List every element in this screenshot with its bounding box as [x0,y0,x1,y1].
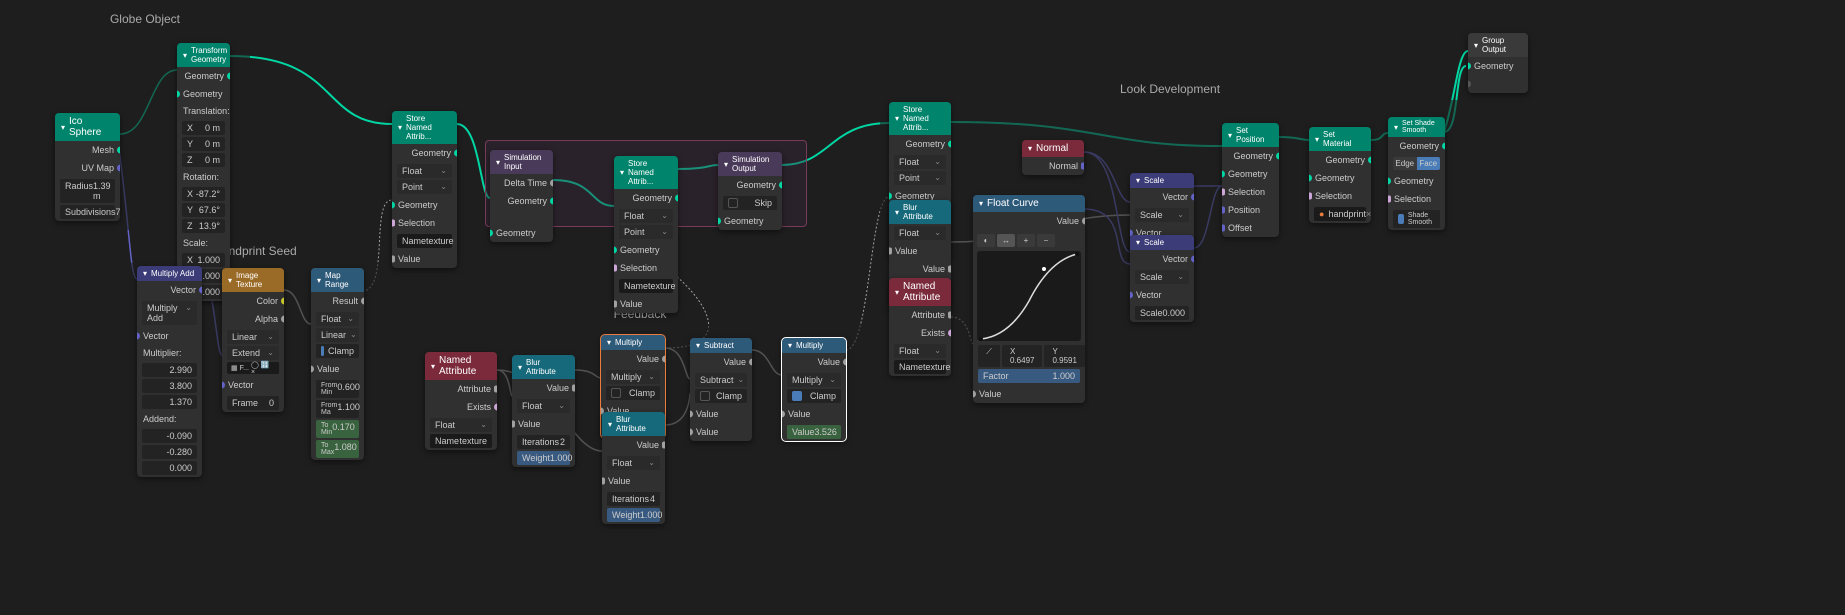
node-image-texture[interactable]: Image Texture Color Alpha Linear Extend … [222,268,284,412]
node-multiply-2[interactable]: Multiply Value Multiply Clamp Value Valu… [782,338,846,441]
curve-editor[interactable] [977,251,1081,341]
node-blur-1[interactable]: Blur Attribute Value Float Value Iterati… [512,355,575,467]
node-transform[interactable]: Transform Geometry Geometry Geometry Tra… [177,43,230,301]
node-subtract[interactable]: Subtract Value Subtract Clamp Value Valu… [690,338,752,441]
node-blur-2[interactable]: Blur Attribute Value Float Value Iterati… [602,412,665,524]
node-sim-output[interactable]: Simulation Output Geometry Skip Geometry [718,152,782,230]
node-store-named-attr-1[interactable]: Store Named Attrib... Geometry Float Poi… [392,111,457,268]
frame-label: Look Development [880,82,1460,96]
node-set-position[interactable]: Set Position Geometry Geometry Selection… [1222,123,1279,237]
node-store-named-attr-2[interactable]: Store Named Attrib... Geometry Float Poi… [614,156,678,313]
header[interactable]: Store Named Attrib... [392,111,457,144]
header[interactable]: Ico Sphere [55,113,120,141]
node-group-output[interactable]: Group Output Geometry [1468,33,1528,93]
subdiv[interactable]: Subdivisions7 [60,205,115,219]
node-shade-smooth[interactable]: Set Shade Smooth Geometry EdgeFace Geome… [1388,117,1445,230]
node-scale-2[interactable]: Scale Vector Scale Vector Scale0.000 [1130,235,1194,322]
out-mesh[interactable]: Mesh [55,141,120,159]
node-normal[interactable]: Normal Normal [1022,140,1084,175]
node-named-attr-1[interactable]: Named Attribute Attribute Exists Float N… [425,352,497,450]
radius[interactable]: Radius1.39 m [60,179,115,203]
node-named-attr-2[interactable]: Named Attribute Attribute Exists Float N… [889,278,951,376]
out-uvmap[interactable]: UV Map [55,159,120,177]
node-sim-input[interactable]: Simulation Input Delta Time Geometry Geo… [490,150,553,242]
node-float-curve[interactable]: Float Curve Value ◐↔+− ⟋X 0.6497Y 0.9591… [973,195,1085,403]
node-ico-sphere[interactable]: Ico Sphere Mesh UV Map Radius1.39 m Subd… [55,113,120,221]
node-map-range[interactable]: Map Range Result Float Linear Clamp Valu… [311,268,364,460]
header[interactable]: Transform Geometry [177,43,230,67]
node-multiply-add[interactable]: Multiply Add Vector Multiply Add Vector … [137,266,202,477]
frame-label: Globe Object [40,12,250,26]
node-set-material[interactable]: Set Material Geometry Geometry Selection… [1309,127,1371,223]
frame-label: Handprint Seed [130,244,380,258]
